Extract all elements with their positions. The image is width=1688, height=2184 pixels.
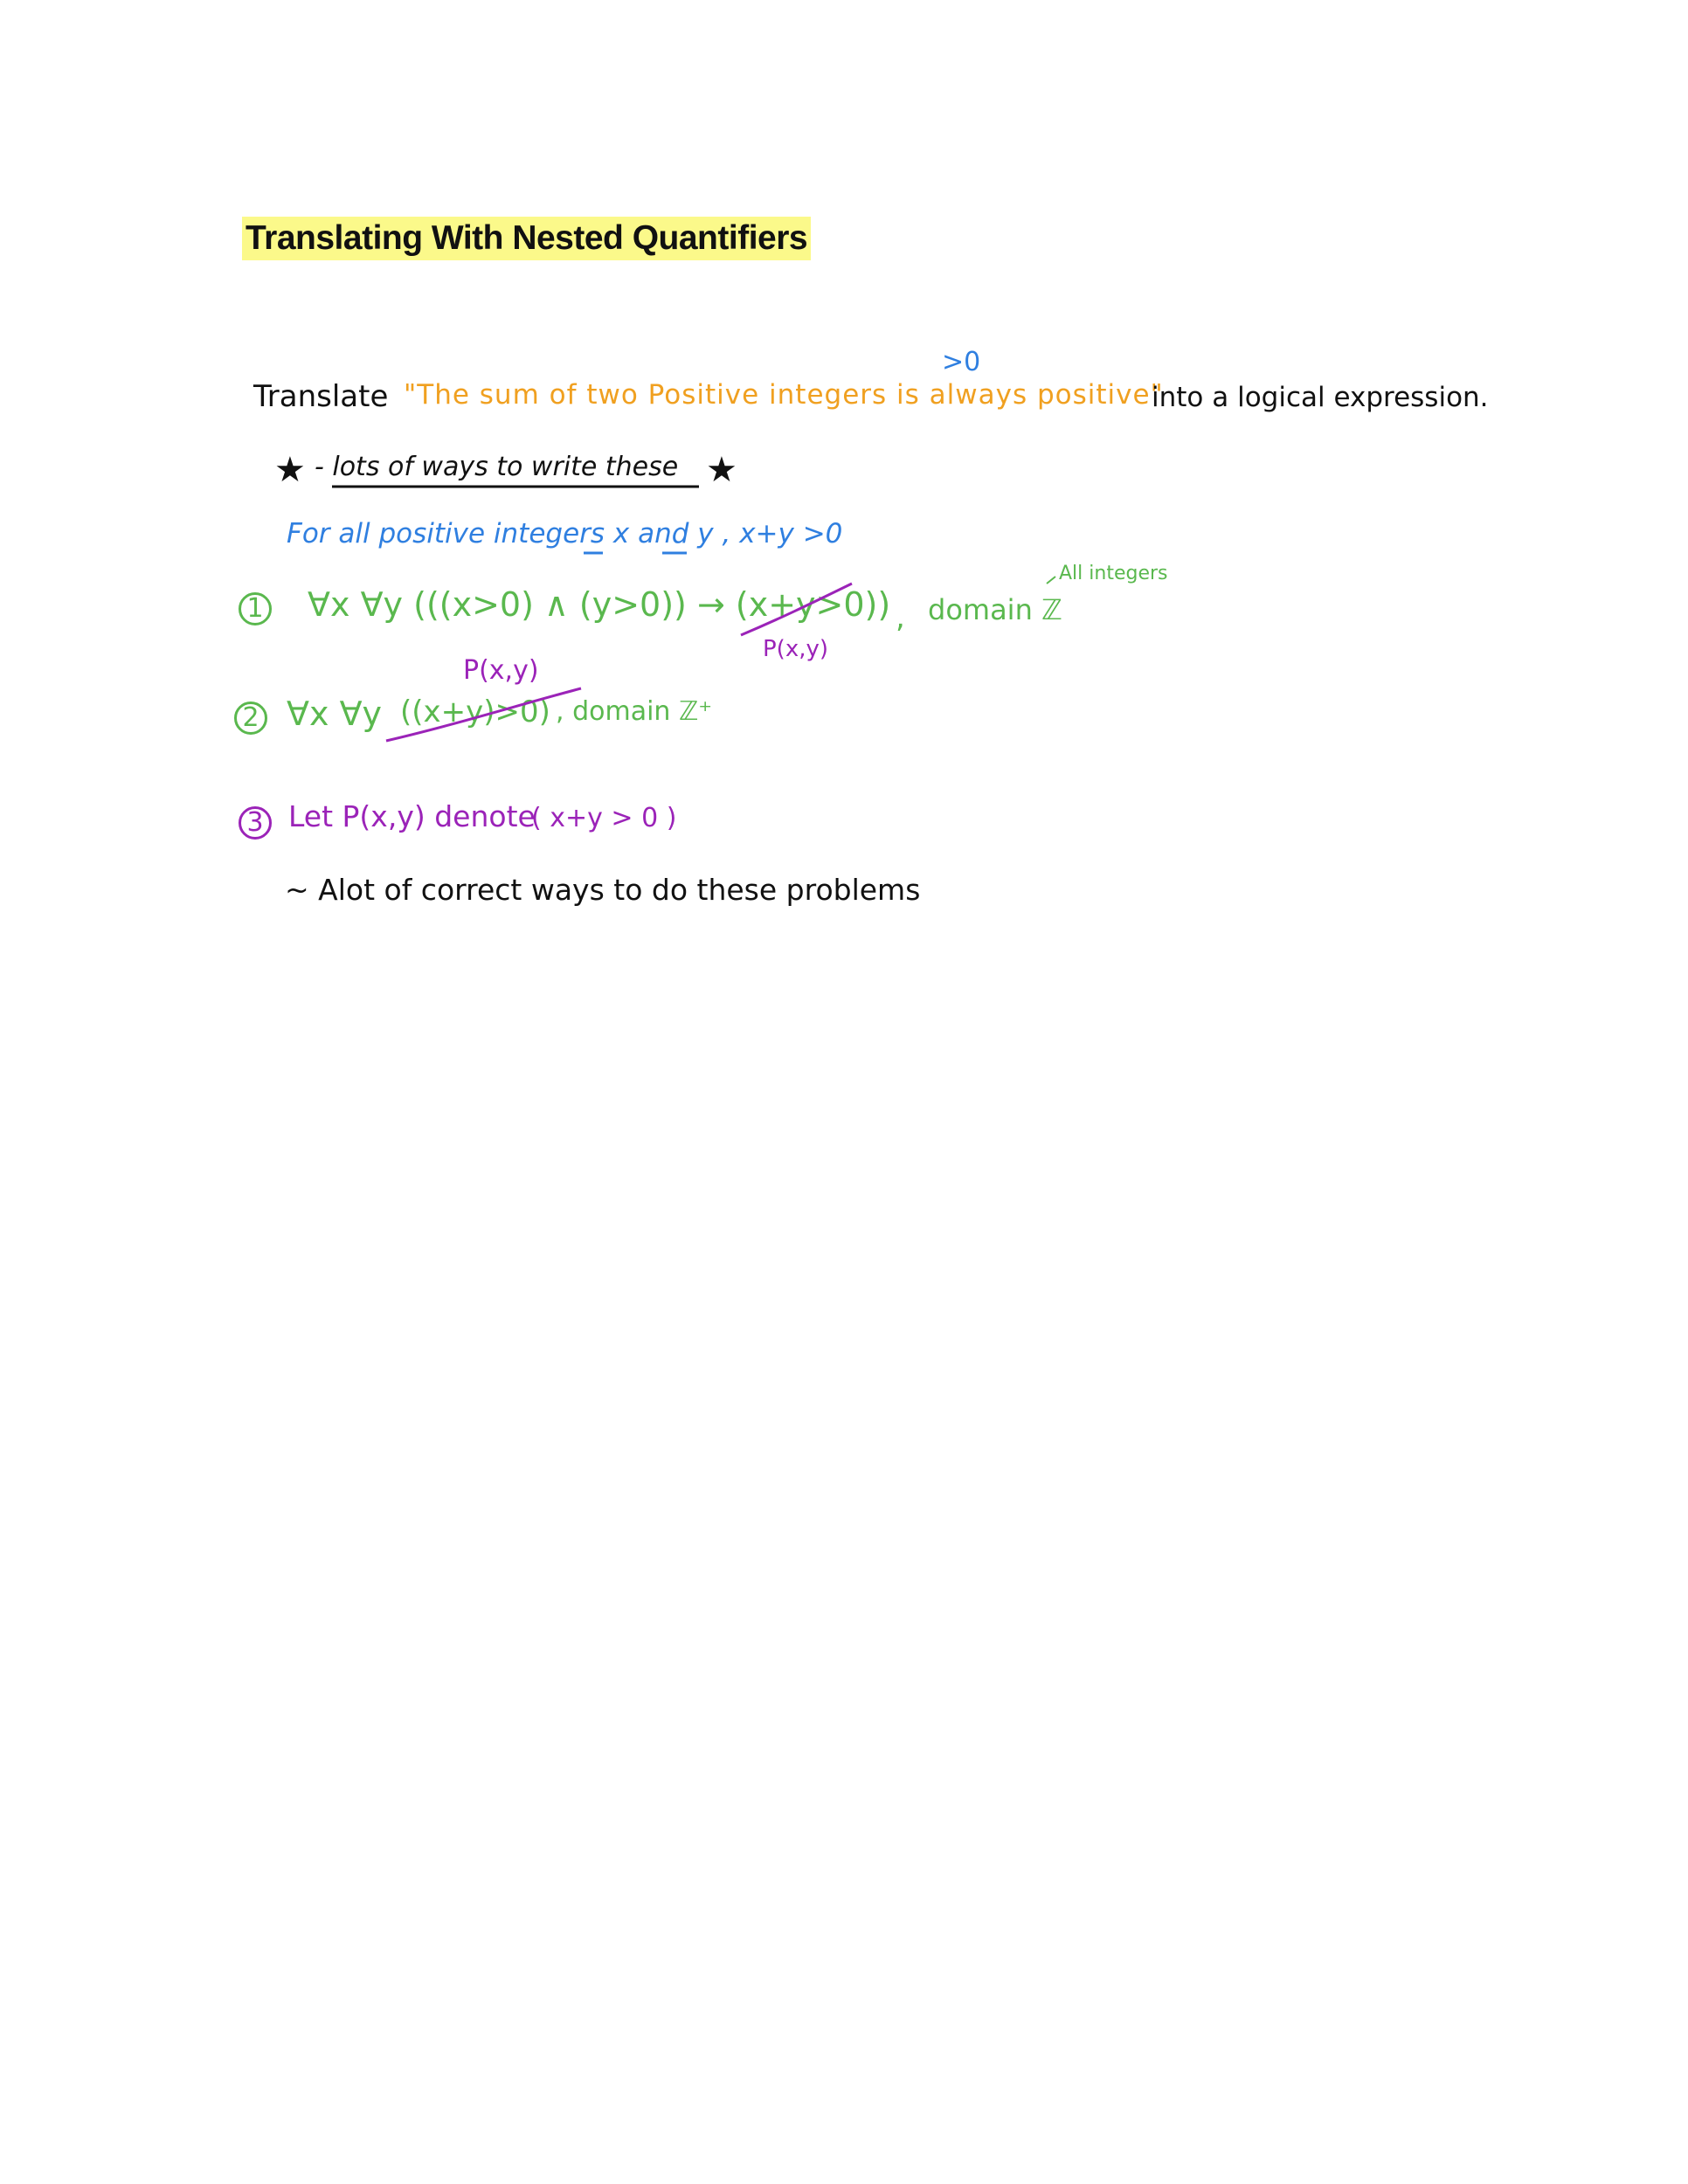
ink-strokes — [332, 485, 1056, 743]
option-1-strike — [740, 582, 853, 637]
option-2-strike — [385, 687, 582, 743]
notes-page: Translating With Nested Quantifiers Tran… — [0, 0, 1688, 2184]
domain-note-pointer — [1046, 576, 1056, 584]
